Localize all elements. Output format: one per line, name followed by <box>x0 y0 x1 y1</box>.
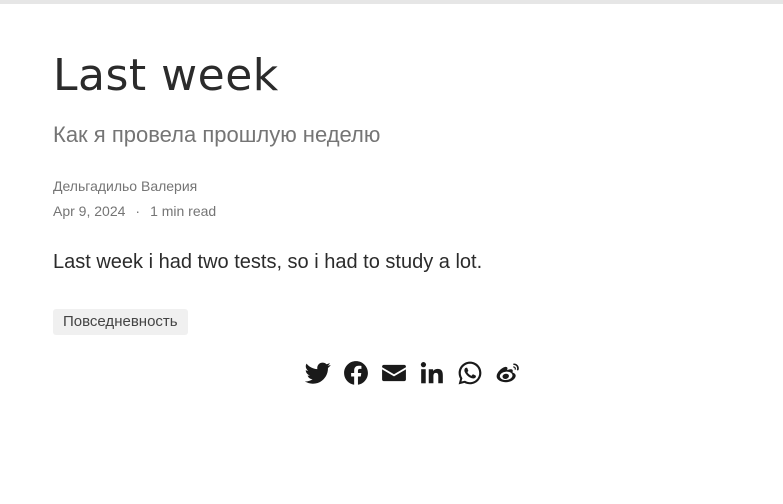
share-facebook-button[interactable] <box>343 360 369 386</box>
email-icon <box>382 364 406 382</box>
article-subtitle: Как я провела прошлую неделю <box>53 122 381 147</box>
linkedin-icon <box>420 362 443 384</box>
meta-separator: · <box>135 203 141 219</box>
article-meta: Apr 9, 2024 · 1 min read <box>53 202 216 220</box>
article-body: Last week i had two tests, so i had to s… <box>53 251 483 273</box>
tag-link[interactable]: Повседневность <box>53 309 188 335</box>
weibo-icon <box>496 363 519 383</box>
share-twitter-button[interactable] <box>305 360 331 386</box>
share-whatsapp-button[interactable] <box>457 360 483 386</box>
share-linkedin-button[interactable] <box>419 360 445 386</box>
publish-date: Apr 9, 2024 <box>53 203 126 219</box>
twitter-icon <box>305 362 331 384</box>
article-title: Last week <box>53 50 279 101</box>
share-email-button[interactable] <box>381 360 407 386</box>
whatsapp-icon <box>458 361 482 385</box>
author-name[interactable]: Дельгадильо Валерия <box>53 177 197 195</box>
facebook-icon <box>344 361 368 385</box>
share-weibo-button[interactable] <box>495 360 521 386</box>
top-progress-bar <box>0 0 783 4</box>
read-time: 1 min read <box>150 203 217 219</box>
share-buttons <box>305 360 521 386</box>
